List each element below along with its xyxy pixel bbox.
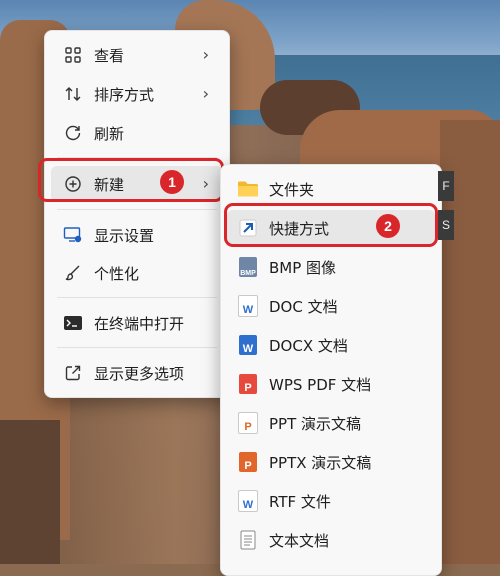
access-key-hint: F: [438, 171, 454, 201]
submenu-item-label: RTF 文件: [269, 492, 331, 511]
menu-item-label: 查看: [94, 46, 125, 65]
ppt-glyph: P: [238, 412, 258, 434]
menu-divider: [57, 347, 217, 348]
submenu-item-docx[interactable]: W DOCX 文档: [227, 327, 435, 363]
menu-item-view[interactable]: 查看 ›: [51, 37, 223, 73]
desktop-context-menu: 查看 › 排序方式 › 刷新 新建 › 显示设置 个性化 在终端中打开 显示更多…: [44, 30, 230, 398]
menu-divider: [57, 297, 217, 298]
menu-item-label: 在终端中打开: [94, 314, 185, 333]
step-badge-2: 2: [376, 214, 400, 238]
rock: [0, 420, 60, 564]
ppt-file-icon: P: [237, 412, 259, 434]
docx-file-icon: W: [237, 334, 259, 356]
submenu-item-label: PPT 演示文稿: [269, 414, 362, 433]
brush-icon: [62, 262, 84, 284]
menu-item-show-more-options[interactable]: 显示更多选项: [51, 355, 223, 391]
docx-glyph: W: [239, 335, 257, 355]
menu-item-refresh[interactable]: 刷新: [51, 115, 223, 151]
menu-item-open-in-terminal[interactable]: 在终端中打开: [51, 305, 223, 341]
submenu-item-wps-pdf[interactable]: P WPS PDF 文档: [227, 366, 435, 402]
pdf-file-icon: P: [237, 373, 259, 395]
menu-divider: [57, 209, 217, 210]
submenu-item-doc[interactable]: W DOC 文档: [227, 288, 435, 324]
submenu-item-label: 文本文档: [269, 531, 330, 550]
menu-item-sort-by[interactable]: 排序方式 ›: [51, 76, 223, 112]
text-file-icon: [237, 529, 259, 551]
submenu-item-ppt[interactable]: P PPT 演示文稿: [227, 405, 435, 441]
step-badge-1: 1: [160, 170, 184, 194]
highlight-outline-new: [38, 158, 224, 202]
menu-item-display-settings[interactable]: 显示设置: [51, 217, 223, 253]
menu-item-label: 显示更多选项: [94, 364, 185, 383]
submenu-item-label: WPS PDF 文档: [269, 375, 372, 394]
submenu-item-text-document[interactable]: 文本文档: [227, 522, 435, 558]
menu-item-label: 显示设置: [94, 226, 155, 245]
rtf-file-icon: W: [237, 490, 259, 512]
submenu-item-label: DOC 文档: [269, 297, 338, 316]
chevron-right-icon: ›: [202, 45, 209, 64]
display-settings-icon: [62, 224, 84, 246]
access-key-hint: S: [438, 210, 454, 240]
open-external-icon: [62, 362, 84, 384]
rtf-glyph: W: [238, 490, 258, 512]
submenu-item-label: DOCX 文档: [269, 336, 348, 355]
submenu-item-label: 文件夹: [269, 180, 315, 199]
doc-file-icon: W: [237, 295, 259, 317]
menu-item-personalize[interactable]: 个性化: [51, 255, 223, 291]
folder-icon: [237, 178, 259, 200]
pptx-file-icon: P: [237, 451, 259, 473]
submenu-item-pptx[interactable]: P PPTX 演示文稿: [227, 444, 435, 480]
submenu-item-folder[interactable]: 文件夹: [227, 171, 435, 207]
pptx-glyph: P: [239, 452, 257, 472]
submenu-item-label: PPTX 演示文稿: [269, 453, 372, 472]
bmp-file-icon: BMP: [237, 256, 259, 278]
submenu-item-label: BMP 图像: [269, 258, 337, 277]
terminal-icon: [62, 312, 84, 334]
submenu-item-bmp[interactable]: BMP BMP 图像: [227, 249, 435, 285]
highlight-outline-shortcut: [224, 203, 438, 247]
refresh-icon: [62, 122, 84, 144]
menu-item-label: 刷新: [94, 124, 125, 143]
chevron-right-icon: ›: [202, 84, 209, 103]
sort-icon: [62, 83, 84, 105]
bmp-glyph: BMP: [239, 257, 257, 277]
grid-view-icon: [62, 44, 84, 66]
submenu-item-rtf[interactable]: W RTF 文件: [227, 483, 435, 519]
pdf-glyph: P: [239, 374, 257, 394]
menu-item-label: 个性化: [94, 264, 140, 283]
doc-glyph: W: [238, 295, 258, 317]
menu-item-label: 排序方式: [94, 85, 155, 104]
